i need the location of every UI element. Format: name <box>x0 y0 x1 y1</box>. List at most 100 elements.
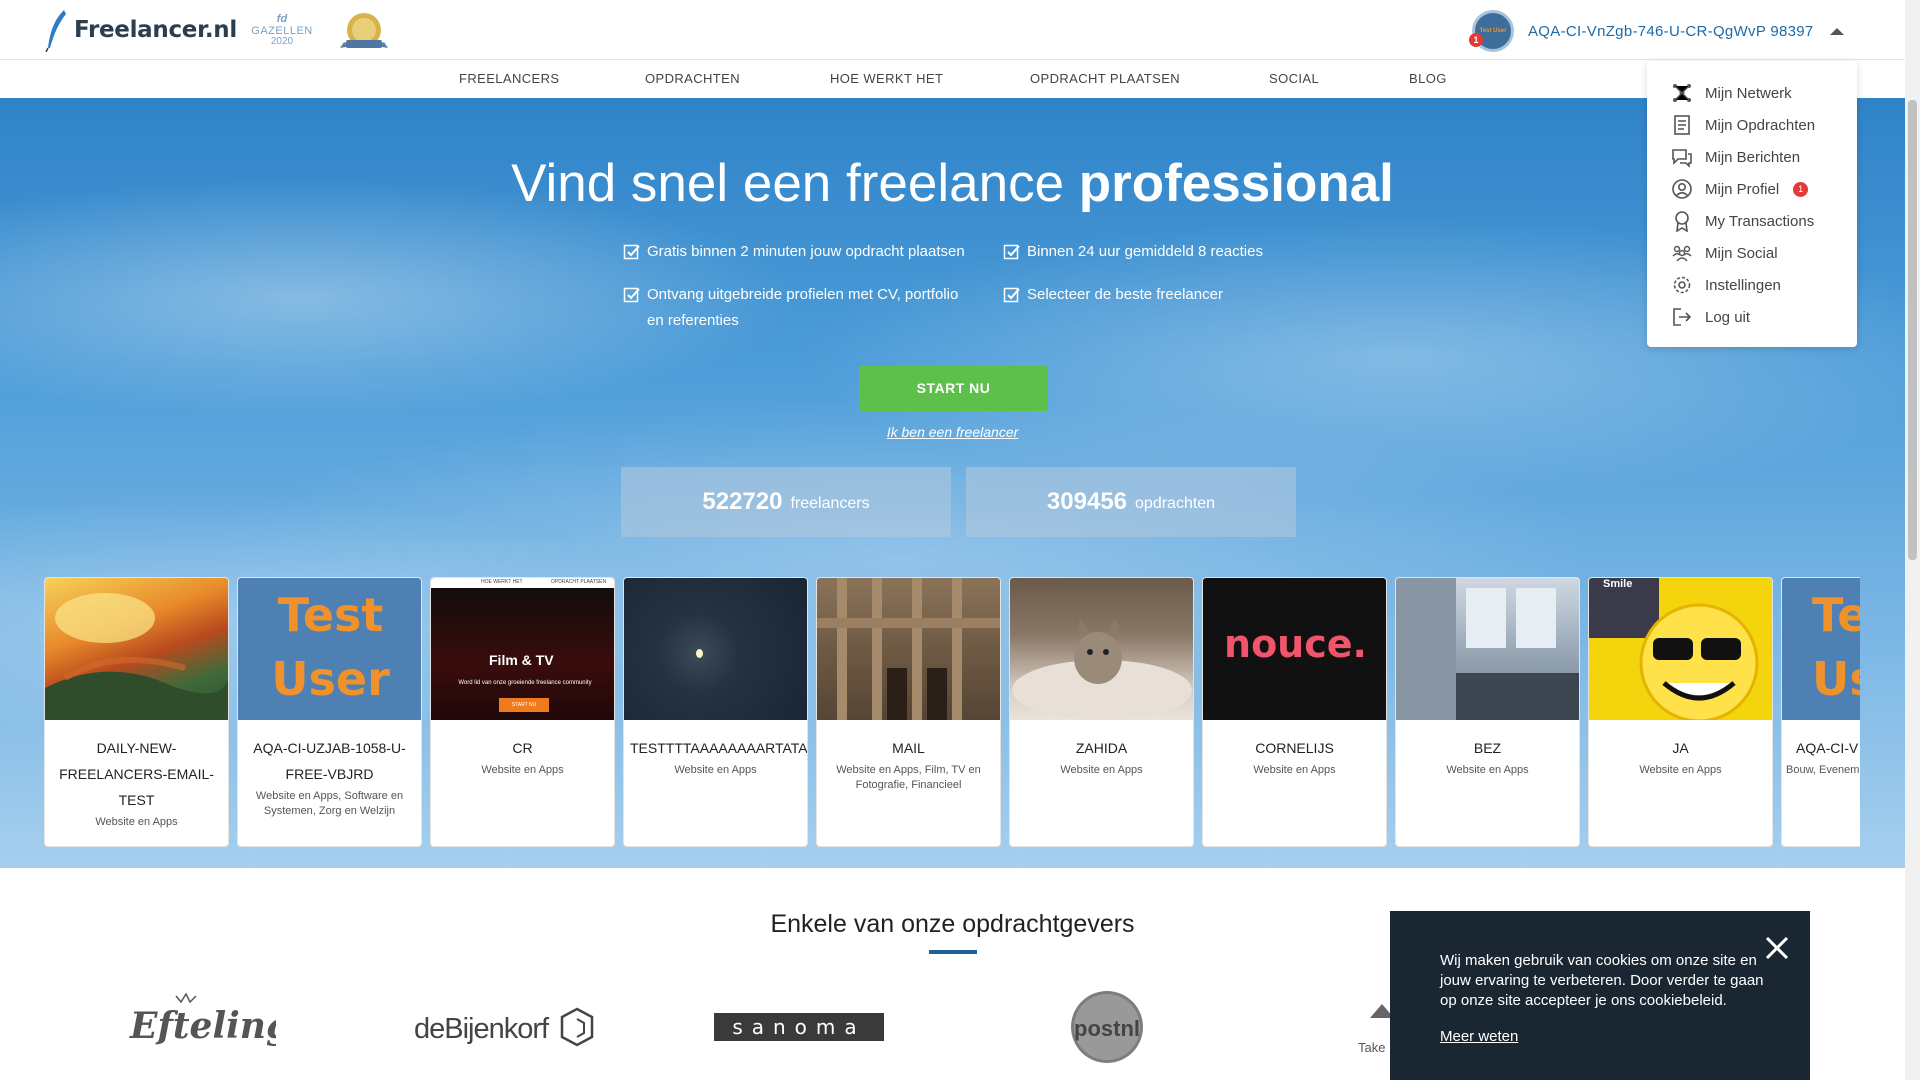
svg-text:postnl: postnl <box>1074 1016 1140 1041</box>
efteling-logo: Efteling <box>126 990 291 1055</box>
bijenkorf-logo: deBijenkorf <box>412 1005 602 1054</box>
freelancer-link: Ik ben een freelancer <box>886 424 1019 440</box>
card-name: DAILY-NEW-FREELANCERS-EMAIL-TEST <box>59 740 214 808</box>
freelancer-carousel[interactable]: DAILY-NEW-FREELANCERS-EMAIL-TEST Website… <box>44 577 1860 849</box>
card-category: Website en Apps <box>95 816 178 828</box>
menu-mijn-opdrachten[interactable]: Mijn Opdrachten <box>1647 109 1857 141</box>
freelancer-card[interactable]: HOE WERKT HET OPDRACHT PLAATSEN Film & T… <box>430 577 615 847</box>
logout-icon <box>1673 308 1692 326</box>
svg-text:Efteling: Efteling <box>129 1005 276 1047</box>
card-name: ZAHIDA <box>1075 740 1128 756</box>
user-menu-toggle[interactable]: Test User 1 AQA-CI-VnZgb-746-U-CR-QgWvP … <box>1469 10 1844 52</box>
check-item: Binnen 24 uur gemiddeld 8 reacties <box>1003 239 1323 265</box>
card-name: CR <box>512 740 533 756</box>
svg-text:deBijenkorf: deBijenkorf <box>414 1013 550 1045</box>
checkbox-icon <box>1003 287 1020 303</box>
notification-badge: 1 <box>1469 33 1483 47</box>
freelancer-card[interactable]: DAILY-NEW-FREELANCERS-EMAIL-TEST Website… <box>44 577 229 847</box>
cookie-more-link[interactable]: Meer weten <box>1440 1028 1518 1045</box>
card-category: Website en Apps <box>674 764 757 776</box>
card-name: CORNELIJS <box>1255 740 1334 756</box>
freelancer-card[interactable]: BEZ Website en Apps <box>1395 577 1580 847</box>
logo-text: Freelancer.nl <box>74 17 237 43</box>
menu-my-transactions[interactable]: My Transactions <box>1647 205 1857 237</box>
freelancer-card[interactable]: Smile JA Website en Apps <box>1588 577 1773 847</box>
nav-social[interactable]: SOCIAL <box>1269 71 1319 86</box>
postnl-logo: postnl <box>1070 990 1144 1069</box>
check-item: Selecteer de beste freelancer <box>1003 282 1323 308</box>
kitten-image <box>1012 618 1192 720</box>
menu-mijn-netwerk[interactable]: Mijn Netwerk <box>1647 77 1857 109</box>
card-name: AQA-CI-UZJAB-1058-U-FREE-VBJRD <box>253 740 406 782</box>
card-name: MAIL <box>892 740 925 756</box>
caret-up-icon[interactable] <box>1829 27 1844 35</box>
card-image <box>1010 578 1193 720</box>
freelancer-card[interactable]: TESTTTTAAAAAAAARTATAT Website en Apps <box>623 577 808 847</box>
card-category: Website en Apps <box>1446 764 1529 776</box>
title-underline <box>929 950 977 954</box>
page-scrollbar[interactable] <box>1905 0 1920 1080</box>
start-now-button[interactable]: START NU <box>859 366 1048 411</box>
card-image <box>1396 578 1579 720</box>
profile-icon <box>1672 179 1692 199</box>
sanoma-logo: sanoma <box>714 1013 884 1046</box>
card-image <box>624 578 807 720</box>
freelancer-logo[interactable]: Freelancer.nl <box>44 8 237 52</box>
freelancer-card[interactable]: MAIL Website en Apps, Film, TV en Fotogr… <box>816 577 1001 847</box>
network-icon <box>1673 84 1691 102</box>
main-nav: FREELANCERS OPDRACHTEN HOE WERKT HET OPD… <box>0 61 1905 98</box>
nav-blog[interactable]: BLOG <box>1409 71 1447 86</box>
menu-log-uit[interactable]: Log uit <box>1647 301 1857 333</box>
cookie-banner: Wij maken gebruik van cookies om onze si… <box>1390 911 1810 1080</box>
card-image: HOE WERKT HET OPDRACHT PLAATSEN Film & T… <box>431 578 614 720</box>
nav-opdracht-plaatsen[interactable]: OPDRACHT PLAATSEN <box>1030 71 1180 86</box>
menu-mijn-social[interactable]: Mijn Social <box>1647 237 1857 269</box>
award-seal-icon <box>340 13 388 48</box>
painting-image <box>45 593 228 720</box>
freelancer-card[interactable]: nouce. CORNELIJS Website en Apps <box>1202 577 1387 847</box>
menu-instellingen[interactable]: Instellingen <box>1647 269 1857 301</box>
nav-hoe-werkt-het[interactable]: HOE WERKT HET <box>830 71 943 86</box>
card-image: Test User <box>238 578 421 720</box>
profile-badge: 1 <box>1793 181 1809 197</box>
office-image <box>1396 578 1579 720</box>
card-image: Smile <box>1589 578 1772 720</box>
scrollbar-thumb[interactable] <box>1908 100 1917 560</box>
cookie-text: Wij maken gebruik van cookies om onze si… <box>1440 952 1764 1009</box>
stat-opdrachten: 309456 opdrachten <box>966 467 1296 537</box>
card-name: BEZ <box>1473 740 1502 756</box>
nav-opdrachten[interactable]: OPDRACHTEN <box>645 71 740 86</box>
stat-freelancers: 522720 freelancers <box>621 467 951 537</box>
document-icon <box>1674 115 1690 135</box>
award-icon <box>1675 211 1689 232</box>
feather-logo-icon <box>45 10 66 52</box>
freelancer-card[interactable]: ZAHIDA Website en Apps <box>1009 577 1194 847</box>
hero-title: Vind snel een freelance professional <box>511 154 1394 213</box>
card-image: nouce. <box>1203 578 1386 720</box>
card-category: Bouw, Evenem Grafisc <box>1786 764 1860 776</box>
card-image <box>817 578 1000 720</box>
svg-text:Take: Take <box>1358 1040 1385 1055</box>
card-category: Website en Apps, Film, TV en Fotografie,… <box>836 764 981 791</box>
card-category: Website en Apps, Software en Systemen, Z… <box>255 790 404 817</box>
gear-icon <box>1673 276 1691 294</box>
menu-mijn-berichten[interactable]: Mijn Berichten <box>1647 141 1857 173</box>
check-item: Gratis binnen 2 minuten jouw opdracht pl… <box>623 239 983 265</box>
avatar[interactable]: Test User 1 <box>1469 10 1514 52</box>
card-category: Website en Apps <box>1639 764 1722 776</box>
menu-mijn-profiel[interactable]: Mijn Profiel 1 <box>1647 173 1857 205</box>
card-name: JA <box>1672 740 1689 756</box>
card-category: Website en Apps <box>481 764 564 776</box>
freelancer-card[interactable]: Te Us AQA-CI-V Bouw, Evenem Grafisc <box>1781 577 1860 847</box>
username[interactable]: AQA-CI-VnZgb-746-U-CR-QgWvP 98397 <box>1528 23 1814 40</box>
checkbox-icon <box>1003 244 1020 260</box>
chat-icon <box>1672 149 1692 168</box>
nav-freelancers[interactable]: FREELANCERS <box>459 71 559 86</box>
freelancer-card[interactable]: Test User AQA-CI-UZJAB-1058-U-FREE-VBJRD… <box>237 577 422 847</box>
card-image: Te Us <box>1782 578 1860 720</box>
user-dropdown-menu: Mijn Netwerk Mijn Opdrachten Mijn Berich… <box>1647 61 1857 347</box>
ruins-image <box>817 578 1000 720</box>
checkbox-icon <box>623 287 640 303</box>
site-header: Freelancer.nl fd GAZELLEN 2020 Test User… <box>0 0 1905 60</box>
card-category: Website en Apps <box>1060 764 1143 776</box>
